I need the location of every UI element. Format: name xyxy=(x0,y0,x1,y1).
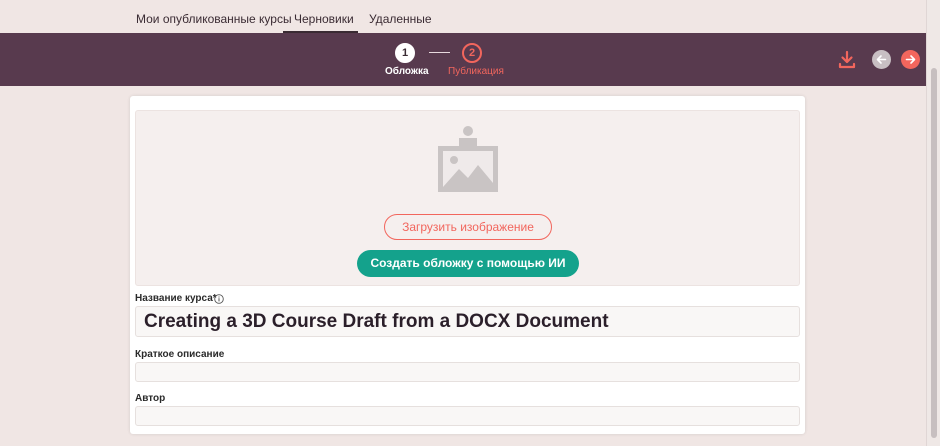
page-scrollbar[interactable] xyxy=(926,0,940,446)
step-2-circle[interactable]: 2 xyxy=(462,43,482,63)
upload-image-button[interactable]: Загрузить изображение xyxy=(384,214,552,240)
arrow-right-icon xyxy=(905,55,916,64)
arrow-left-icon xyxy=(876,55,887,64)
image-placeholder-icon xyxy=(438,126,498,192)
author-label: Автор xyxy=(135,393,166,404)
description-input[interactable] xyxy=(135,362,800,382)
download-button[interactable] xyxy=(837,50,857,70)
cover-area[interactable]: Загрузить изображение Создать обложку с … xyxy=(135,110,800,286)
editor-header: 1 2 Обложка Публикация xyxy=(0,33,926,86)
tab-deleted[interactable]: Удаленные xyxy=(369,12,432,26)
course-form-card: Загрузить изображение Создать обложку с … xyxy=(130,96,805,434)
course-title-label: Название курса* xyxy=(135,293,217,304)
info-icon[interactable] xyxy=(214,294,224,304)
tab-published[interactable]: Мои опубликованные курсы xyxy=(136,12,292,26)
step-2-label: Публикация xyxy=(448,66,504,77)
ai-cover-button[interactable]: Создать обложку с помощью ИИ xyxy=(357,250,579,277)
step-connector xyxy=(429,52,450,53)
download-icon xyxy=(838,50,856,69)
description-label: Краткое описание xyxy=(135,349,225,360)
scrollbar-thumb[interactable] xyxy=(931,68,937,438)
step-1-circle[interactable]: 1 xyxy=(395,43,415,63)
step-1-label: Обложка xyxy=(385,66,429,77)
tab-drafts[interactable]: Черновики xyxy=(294,12,354,26)
back-button[interactable] xyxy=(872,50,891,69)
next-button[interactable] xyxy=(901,50,920,69)
tab-bar: Мои опубликованные курсы Черновики Удале… xyxy=(0,0,926,33)
author-input[interactable] xyxy=(135,406,800,426)
course-title-input[interactable]: Creating a 3D Course Draft from a DOCX D… xyxy=(135,306,800,337)
